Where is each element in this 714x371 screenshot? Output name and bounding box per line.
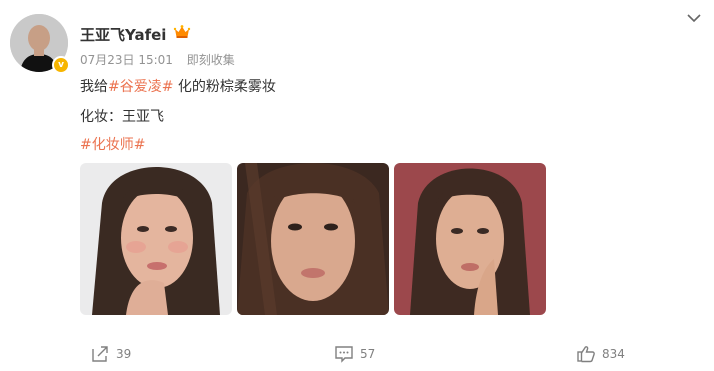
post-photo[interactable] xyxy=(80,163,232,315)
comment-icon xyxy=(335,346,353,363)
text-segment: 我给 xyxy=(80,79,108,95)
comment-button[interactable]: 57 xyxy=(334,345,375,363)
chevron-down-icon[interactable] xyxy=(686,10,702,26)
weibo-post-card: v 王亚飞Yafei 07月23日 15:01 即刻收集 我给#谷爱凌# 化的粉… xyxy=(0,0,714,371)
post-photo[interactable] xyxy=(394,163,546,315)
post-photo[interactable] xyxy=(237,163,389,315)
hashtag-gu-ailing[interactable]: #谷爱凌# xyxy=(108,79,173,95)
author-name[interactable]: 王亚飞Yafei xyxy=(80,24,166,45)
crown-icon xyxy=(173,25,191,38)
like-count: 834 xyxy=(602,347,625,361)
post-text-line: #化妆师# xyxy=(80,134,145,154)
hashtag-makeup-artist[interactable]: #化妆师# xyxy=(80,137,145,153)
share-icon xyxy=(92,346,108,362)
post-meta: 07月23日 15:01 即刻收集 xyxy=(80,51,235,68)
repost-button[interactable]: 39 xyxy=(90,345,131,363)
comment-count: 57 xyxy=(360,347,376,361)
like-button[interactable]: 834 xyxy=(576,345,625,363)
post-source: 即刻收集 xyxy=(186,53,235,67)
text-segment: 化的粉棕柔雾妆 xyxy=(173,79,276,95)
makeup-credit: 化妆：王亚飞 xyxy=(80,109,164,125)
thumbs-up-icon xyxy=(577,346,595,363)
verified-badge: v xyxy=(52,56,70,74)
post-text-line: 我给#谷爱凌# 化的粉棕柔雾妆 xyxy=(80,76,276,96)
repost-count: 39 xyxy=(116,347,132,361)
post-date[interactable]: 07月23日 15:01 xyxy=(80,53,173,67)
